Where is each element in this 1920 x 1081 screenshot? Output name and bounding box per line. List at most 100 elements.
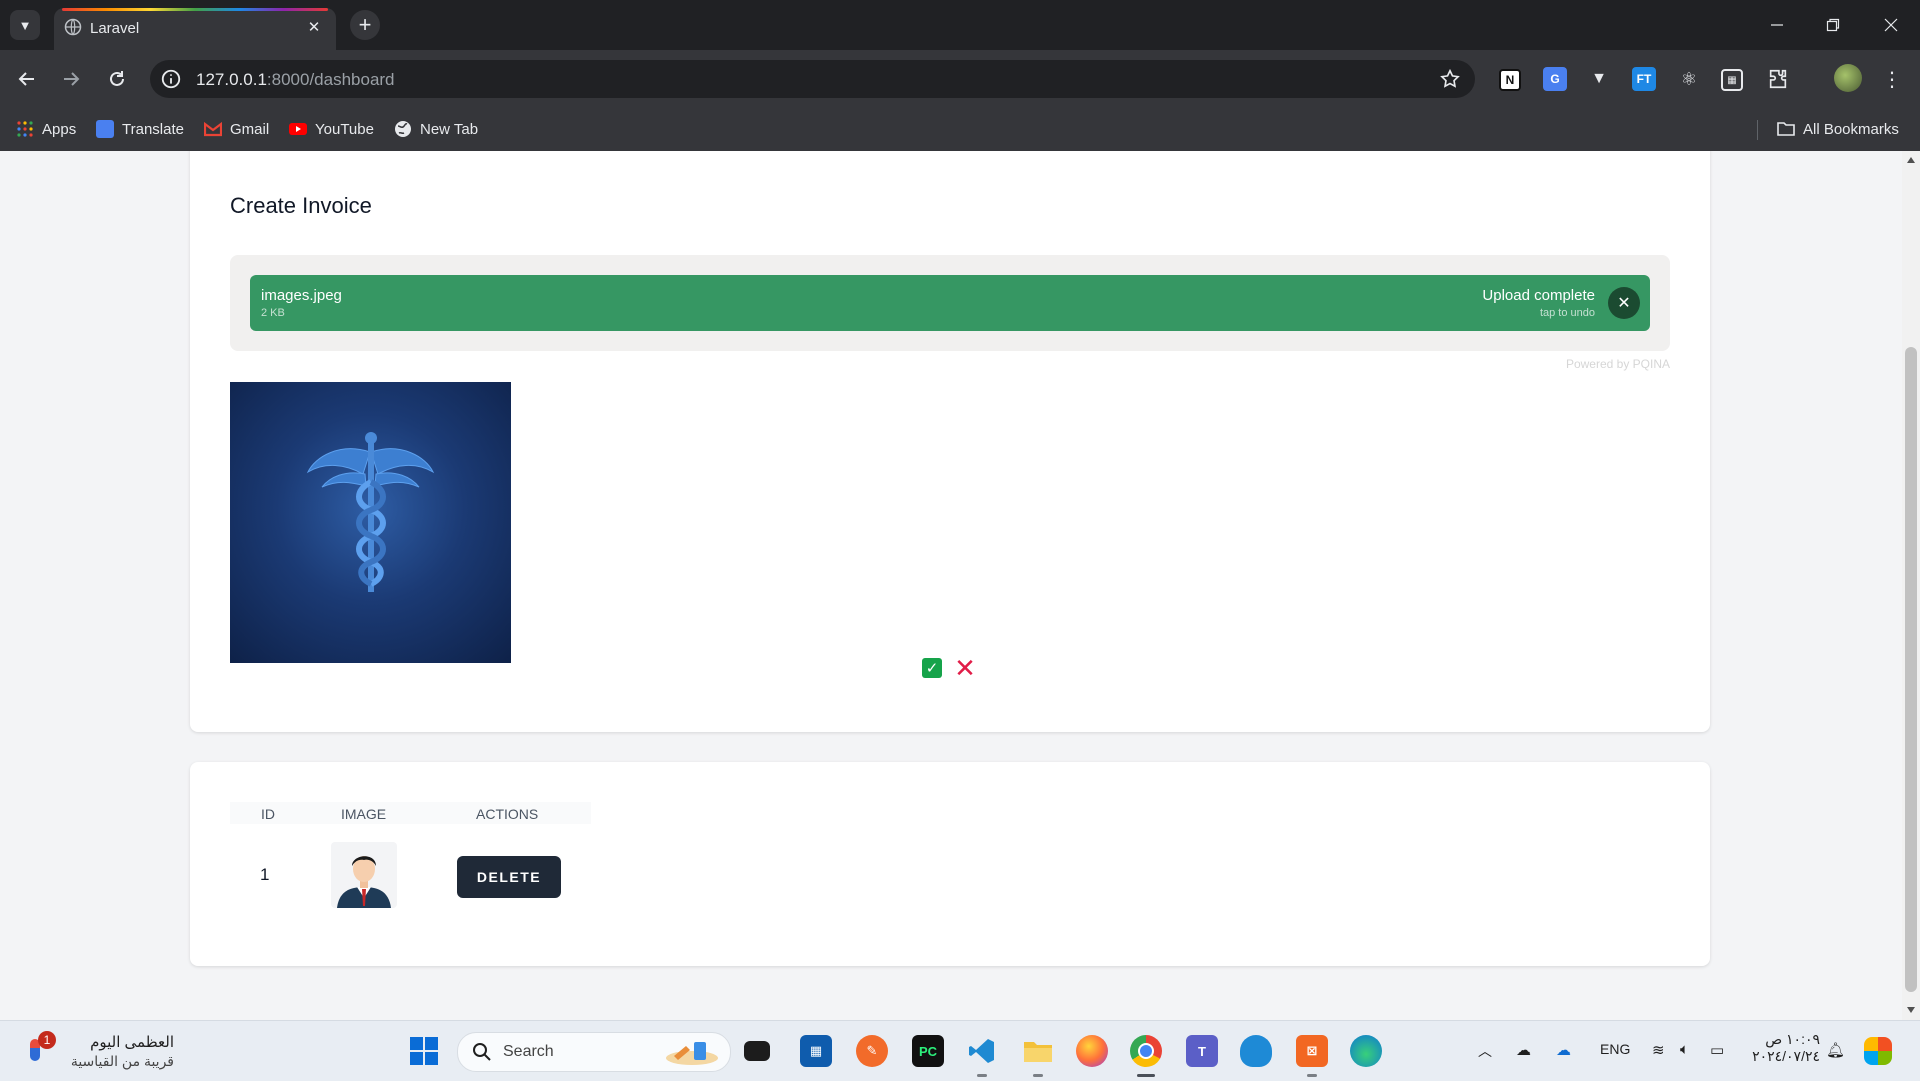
delete-button[interactable]: DELETE xyxy=(457,856,561,898)
google-translate-icon xyxy=(96,120,114,138)
row-id: 1 xyxy=(260,865,270,884)
taskbar-file-explorer-icon[interactable] xyxy=(1022,1035,1054,1067)
browser-toolbar: 127.0.0.1:8000/dashboard N G ▼ FT ⚛ ▦ ⋮ xyxy=(0,50,1920,108)
notion-extension-icon[interactable]: N xyxy=(1499,69,1521,91)
remove-file-close-icon[interactable]: ✕ xyxy=(1608,287,1640,319)
bookmark-label: Apps xyxy=(42,120,77,138)
globe-icon xyxy=(64,18,82,36)
user-avatar-icon xyxy=(337,856,391,908)
forward-arrow-icon[interactable] xyxy=(56,64,86,94)
extensions-puzzle-icon[interactable] xyxy=(1766,67,1790,91)
url-text[interactable]: 127.0.0.1:8000/dashboard xyxy=(196,70,395,90)
new-tab-plus-icon[interactable]: + xyxy=(350,10,380,40)
site-info-icon[interactable] xyxy=(160,68,182,90)
all-bookmarks-label: All Bookmarks xyxy=(1803,120,1899,138)
taskbar-task-view-icon[interactable] xyxy=(744,1041,770,1061)
cancel-x-icon[interactable]: ✕ xyxy=(954,655,976,681)
browser-menu-kebab-icon[interactable]: ⋮ xyxy=(1882,64,1902,94)
taskbar-xampp-icon[interactable]: ⊠ xyxy=(1296,1035,1328,1067)
react-devtools-extension-icon[interactable]: ⚛ xyxy=(1677,67,1701,91)
column-header-actions: ACTIONS xyxy=(476,806,539,822)
taskbar-chrome-icon[interactable] xyxy=(1130,1035,1162,1067)
back-arrow-icon[interactable] xyxy=(12,64,42,94)
tab-close-icon[interactable]: ✕ xyxy=(304,17,324,37)
wifi-icon[interactable]: ≋ xyxy=(1652,1041,1665,1059)
weather-widget[interactable]: 1 العظمى اليوم قريبة من القياسية xyxy=(24,1029,184,1073)
scroll-down-arrow-icon[interactable] xyxy=(1907,1007,1915,1013)
vue-devtools-extension-icon[interactable]: ▼ xyxy=(1587,67,1611,91)
taskbar-postman-icon[interactable]: ✎ xyxy=(856,1035,888,1067)
weather-title: العظمى اليوم xyxy=(90,1034,174,1051)
battery-icon[interactable]: ▭ xyxy=(1710,1041,1724,1059)
bookmark-new-tab[interactable]: New Tab xyxy=(394,118,478,140)
ft-extension-icon[interactable]: FT xyxy=(1632,67,1656,91)
preview-actions: ✓ ✕ xyxy=(922,655,976,681)
xampp-running-indicator xyxy=(1307,1074,1317,1077)
tab-title: Laravel xyxy=(90,20,140,37)
bookmark-translate[interactable]: Translate xyxy=(96,118,184,140)
show-hidden-icons-chevron-icon[interactable]: ︿ xyxy=(1478,1041,1492,1061)
table-header: ID IMAGE ACTIONS xyxy=(230,802,591,824)
filepond-credit-link[interactable]: Powered by PQINA xyxy=(1566,357,1670,371)
bookmark-label: Gmail xyxy=(230,120,270,138)
bookmark-youtube[interactable]: YouTube xyxy=(289,118,374,140)
restore-icon[interactable] xyxy=(1820,12,1846,38)
page-scrollbar[interactable] xyxy=(1902,151,1920,1020)
bookmark-gmail[interactable]: Gmail xyxy=(204,118,269,140)
bookmark-star-icon[interactable] xyxy=(1439,68,1461,90)
youtube-icon xyxy=(289,123,307,135)
close-window-icon[interactable] xyxy=(1878,12,1904,38)
confirm-check-icon[interactable]: ✓ xyxy=(922,658,942,678)
clock-time: ١٠:٠٩ ص xyxy=(1765,1031,1820,1047)
taskbar-edge-icon[interactable] xyxy=(1350,1035,1382,1067)
tab-group-indicator xyxy=(62,8,328,11)
vscode-running-indicator xyxy=(977,1074,987,1077)
taskbar-search[interactable]: Search xyxy=(457,1032,731,1072)
onedrive-cloud-icon[interactable]: ☁ xyxy=(1556,1041,1571,1059)
explorer-running-indicator xyxy=(1033,1074,1043,1077)
tab-search-chevron-icon[interactable]: ▼ xyxy=(10,10,40,40)
create-invoice-card: Create Invoice images.jpeg 2 KB Upload c… xyxy=(190,151,1710,732)
column-header-id: ID xyxy=(261,806,275,822)
google-translate-extension-icon[interactable]: G xyxy=(1543,67,1567,91)
minimize-icon[interactable] xyxy=(1764,12,1790,38)
scroll-up-arrow-icon[interactable] xyxy=(1907,157,1915,163)
taskbar-vscode-icon[interactable] xyxy=(966,1035,998,1067)
taskbar-pycharm-icon[interactable]: PC xyxy=(912,1035,944,1067)
upload-status: Upload complete xyxy=(1482,287,1595,304)
copilot-icon[interactable] xyxy=(1864,1037,1892,1065)
globe-icon xyxy=(395,121,411,137)
taskbar-microsoft-store-icon[interactable]: ▦ xyxy=(800,1035,832,1067)
folder-icon xyxy=(1777,122,1795,136)
windows-taskbar: 1 العظمى اليوم قريبة من القياسية Search … xyxy=(0,1020,1920,1081)
volume-icon[interactable]: 🔈︎ xyxy=(1680,1041,1689,1058)
taskbar-elephant-app-icon[interactable] xyxy=(1240,1035,1272,1067)
taskbar-clock[interactable]: ١٠:٠٩ ص ٢٠٢٤/٠٧/٢٤ xyxy=(1748,1031,1820,1065)
bookmark-apps[interactable]: Apps xyxy=(16,118,76,140)
uploaded-file-name: images.jpeg xyxy=(261,287,342,304)
profile-avatar[interactable] xyxy=(1834,64,1862,92)
taskbar-teams-icon[interactable]: T xyxy=(1186,1035,1218,1067)
taskbar-firefox-icon[interactable] xyxy=(1076,1035,1108,1067)
address-bar[interactable]: 127.0.0.1:8000/dashboard xyxy=(150,60,1475,98)
search-placeholder: Search xyxy=(503,1043,554,1060)
scrollbar-thumb[interactable] xyxy=(1905,347,1917,992)
browser-tab-bar: ▼ Laravel ✕ + xyxy=(0,0,1920,50)
windows-start-icon[interactable] xyxy=(410,1037,440,1067)
input-language[interactable]: ENG xyxy=(1600,1041,1630,1057)
row-image-avatar xyxy=(331,842,397,908)
clock-date: ٢٠٢٤/٠٧/٢٤ xyxy=(1752,1048,1820,1064)
onedrive-personal-cloud-icon[interactable]: ☁ xyxy=(1516,1041,1531,1059)
page-viewport: Create Invoice images.jpeg 2 KB Upload c… xyxy=(0,151,1902,1020)
notifications-bell-icon[interactable]: 🔔︎ xyxy=(1826,1041,1845,1059)
upload-undo-hint[interactable]: tap to undo xyxy=(1540,307,1595,319)
qr-code-extension-icon[interactable]: ▦ xyxy=(1721,69,1743,91)
reload-icon[interactable] xyxy=(102,64,132,94)
file-upload-dropzone[interactable]: images.jpeg 2 KB Upload complete tap to … xyxy=(230,255,1670,351)
bookmark-label: New Tab xyxy=(420,120,479,138)
browser-tab-active[interactable]: Laravel ✕ xyxy=(54,8,336,50)
all-bookmarks[interactable]: All Bookmarks xyxy=(1777,118,1899,140)
bookmark-label: Translate xyxy=(122,120,184,138)
caduceus-icon xyxy=(306,432,435,592)
uploaded-image-preview xyxy=(230,382,511,663)
